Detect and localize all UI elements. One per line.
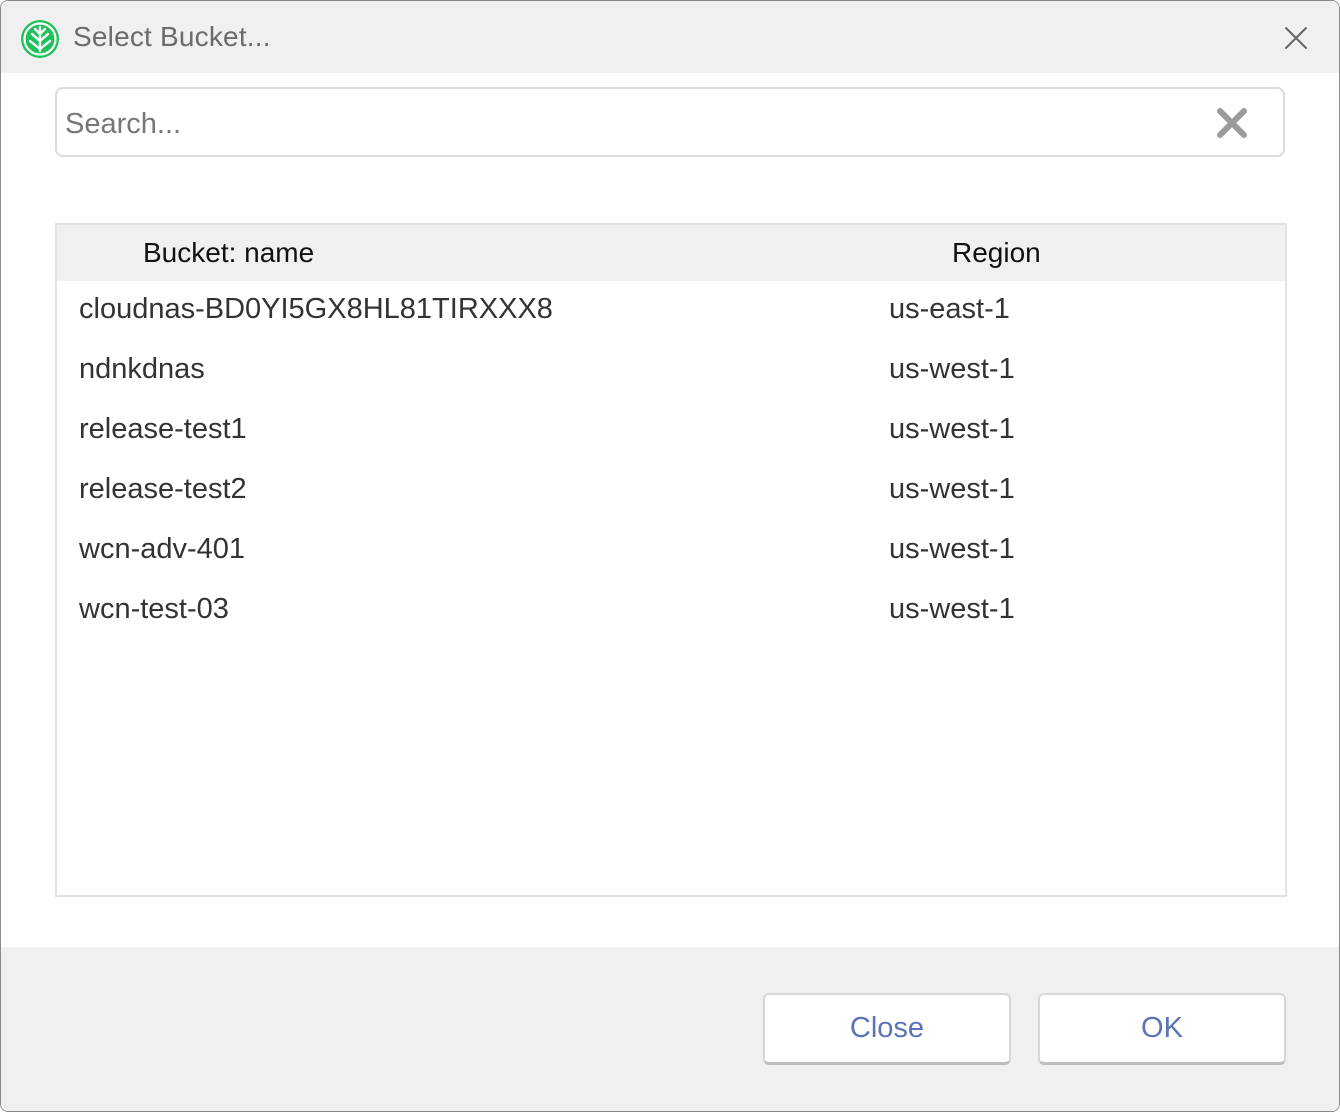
- bucket-name-cell: wcn-adv-401: [79, 533, 246, 565]
- region-cell: us-west-1: [889, 413, 1015, 445]
- region-cell: us-west-1: [889, 473, 1015, 505]
- dialog-footer: Close OK: [1, 947, 1339, 1111]
- table-row[interactable]: wcn-adv-401 us-west-1: [57, 521, 1285, 581]
- title-bar[interactable]: Select Bucket...: [1, 1, 1339, 73]
- bucket-name-cell: wcn-test-03: [79, 593, 229, 625]
- bucket-name-cell: ndnkdnas: [79, 353, 205, 385]
- bucket-name-cell: release-test1: [79, 413, 247, 445]
- region-cell: us-west-1: [889, 353, 1015, 385]
- table-row[interactable]: release-test2 us-west-1: [57, 461, 1285, 521]
- ok-button[interactable]: OK: [1038, 993, 1286, 1065]
- leaf-logo-icon: [21, 20, 59, 58]
- select-bucket-dialog: Select Bucket... Bucket: name Region clo…: [0, 0, 1340, 1112]
- column-header-bucket-name[interactable]: Bucket: name: [143, 237, 314, 269]
- clear-x-icon[interactable]: [1215, 106, 1249, 140]
- search-input[interactable]: [63, 99, 1207, 149]
- search-box: [55, 87, 1285, 157]
- region-cell: us-west-1: [889, 533, 1015, 565]
- table-row[interactable]: release-test1 us-west-1: [57, 401, 1285, 461]
- dialog-title: Select Bucket...: [73, 21, 271, 52]
- table-body: cloudnas-BD0YI5GX8HL81TIRXXX8 us-east-1 …: [57, 281, 1285, 641]
- region-cell: us-east-1: [889, 293, 1010, 325]
- bucket-name-cell: cloudnas-BD0YI5GX8HL81TIRXXX8: [79, 293, 553, 325]
- close-button[interactable]: Close: [763, 993, 1011, 1065]
- bucket-table: Bucket: name Region cloudnas-BD0YI5GX8HL…: [55, 223, 1287, 897]
- bucket-name-cell: release-test2: [79, 473, 247, 505]
- close-icon[interactable]: [1279, 21, 1313, 55]
- table-row[interactable]: ndnkdnas us-west-1: [57, 341, 1285, 401]
- table-row[interactable]: cloudnas-BD0YI5GX8HL81TIRXXX8 us-east-1: [57, 281, 1285, 341]
- table-header: Bucket: name Region: [57, 225, 1285, 281]
- column-header-region[interactable]: Region: [952, 237, 1041, 269]
- region-cell: us-west-1: [889, 593, 1015, 625]
- table-row[interactable]: wcn-test-03 us-west-1: [57, 581, 1285, 641]
